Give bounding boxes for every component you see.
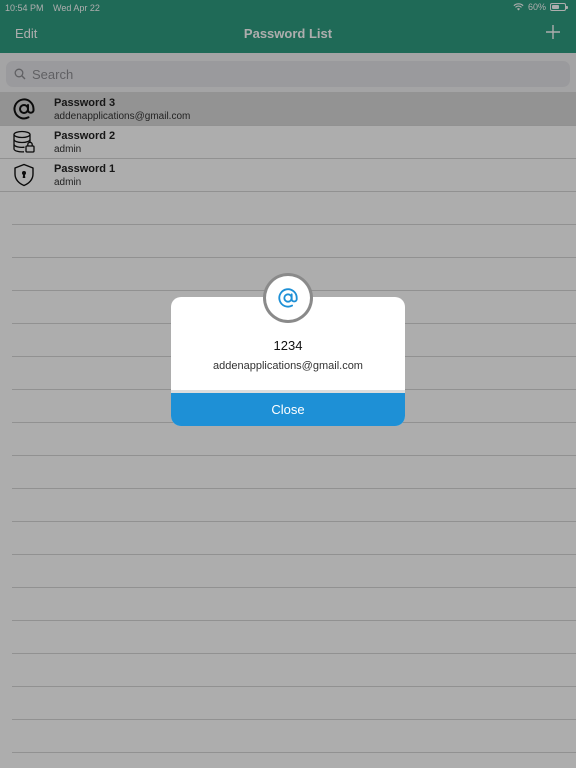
modal-password: 1234 — [273, 338, 303, 353]
at-sign-icon — [278, 288, 298, 308]
modal-icon-ring — [263, 273, 313, 323]
modal-username: addenapplications@gmail.com — [213, 360, 363, 372]
password-modal: 1234 addenapplications@gmail.com Close — [171, 273, 405, 426]
modal-icon-circle — [266, 276, 310, 320]
close-button[interactable]: Close — [171, 393, 405, 426]
